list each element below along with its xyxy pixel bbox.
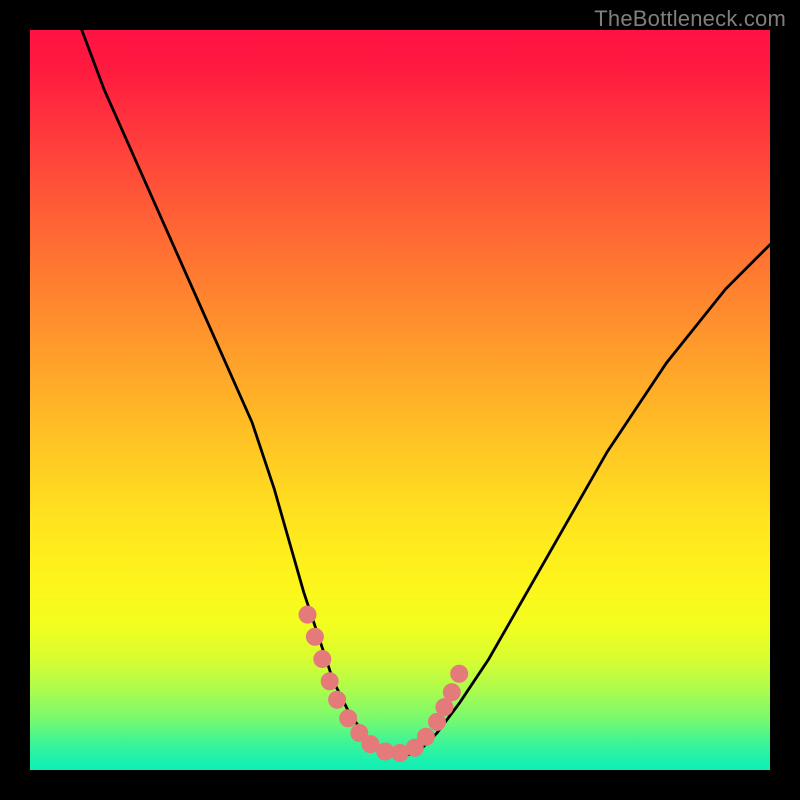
highlight-marker [443,684,460,701]
highlight-marker [417,728,434,745]
bottleneck-curve [82,30,770,755]
highlight-marker [306,628,323,645]
highlight-marker [329,691,346,708]
highlight-marker [299,606,316,623]
plot-area [30,30,770,770]
highlight-markers [299,606,468,761]
chart-frame: TheBottleneck.com [0,0,800,800]
watermark-text: TheBottleneck.com [594,6,786,32]
highlight-marker [451,665,468,682]
chart-svg [30,30,770,770]
highlight-marker [314,651,331,668]
highlight-marker [340,710,357,727]
highlight-marker [321,673,338,690]
